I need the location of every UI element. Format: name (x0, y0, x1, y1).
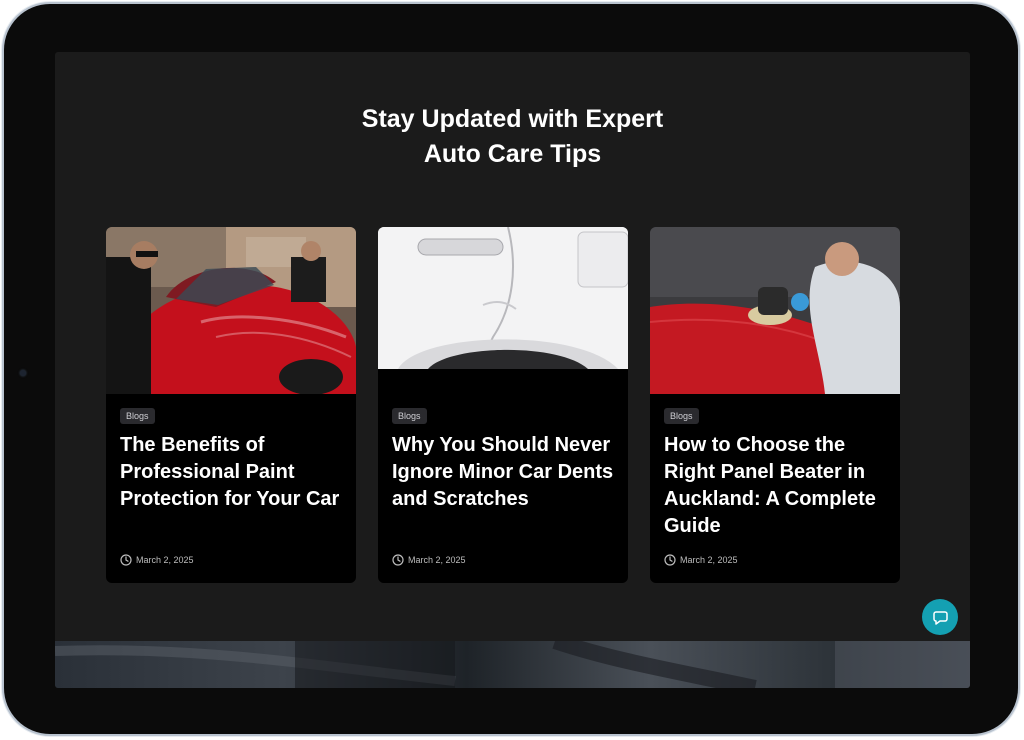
blog-card-panel-beater[interactable]: Blogs How to Choose the Right Panel Beat… (650, 227, 900, 583)
clock-icon (664, 554, 676, 566)
tablet-frame: Stay Updated with Expert Auto Care Tips (4, 4, 1018, 734)
clock-icon (392, 554, 404, 566)
clock-icon (120, 554, 132, 566)
blog-card-paint-protection[interactable]: Blogs The Benefits of Professional Paint… (106, 227, 356, 583)
section-title-line-1: Stay Updated with Expert (361, 105, 664, 133)
post-date-text: March 2, 2025 (408, 555, 466, 565)
category-badge[interactable]: Blogs (392, 408, 427, 424)
screen: Stay Updated with Expert Auto Care Tips (55, 52, 970, 688)
blog-card-car-dents[interactable]: Blogs Why You Should Never Ignore Minor … (378, 227, 628, 583)
category-badge[interactable]: Blogs (120, 408, 155, 424)
post-title[interactable]: The Benefits of Professional Paint Prote… (120, 432, 346, 513)
post-title[interactable]: How to Choose the Right Panel Beater in … (664, 432, 890, 540)
post-date-text: March 2, 2025 (136, 555, 194, 565)
car-dent-photo[interactable] (378, 227, 628, 369)
chat-bubble-icon (933, 611, 948, 625)
post-date: March 2, 2025 (664, 554, 738, 566)
post-date: March 2, 2025 (120, 554, 194, 566)
next-section-image (55, 641, 970, 688)
section-title-line-2: Auto Care Tips (423, 140, 602, 168)
car-paint-protection-photo[interactable] (106, 227, 356, 394)
post-date-text: March 2, 2025 (680, 555, 738, 565)
category-badge[interactable]: Blogs (664, 408, 699, 424)
panel-beater-photo[interactable] (650, 227, 900, 394)
section-title: Stay Updated with Expert Auto Care Tips (55, 102, 970, 172)
chat-button[interactable] (922, 599, 958, 635)
post-date: March 2, 2025 (392, 554, 466, 566)
post-title[interactable]: Why You Should Never Ignore Minor Car De… (392, 432, 618, 513)
camera-dot (20, 370, 26, 376)
